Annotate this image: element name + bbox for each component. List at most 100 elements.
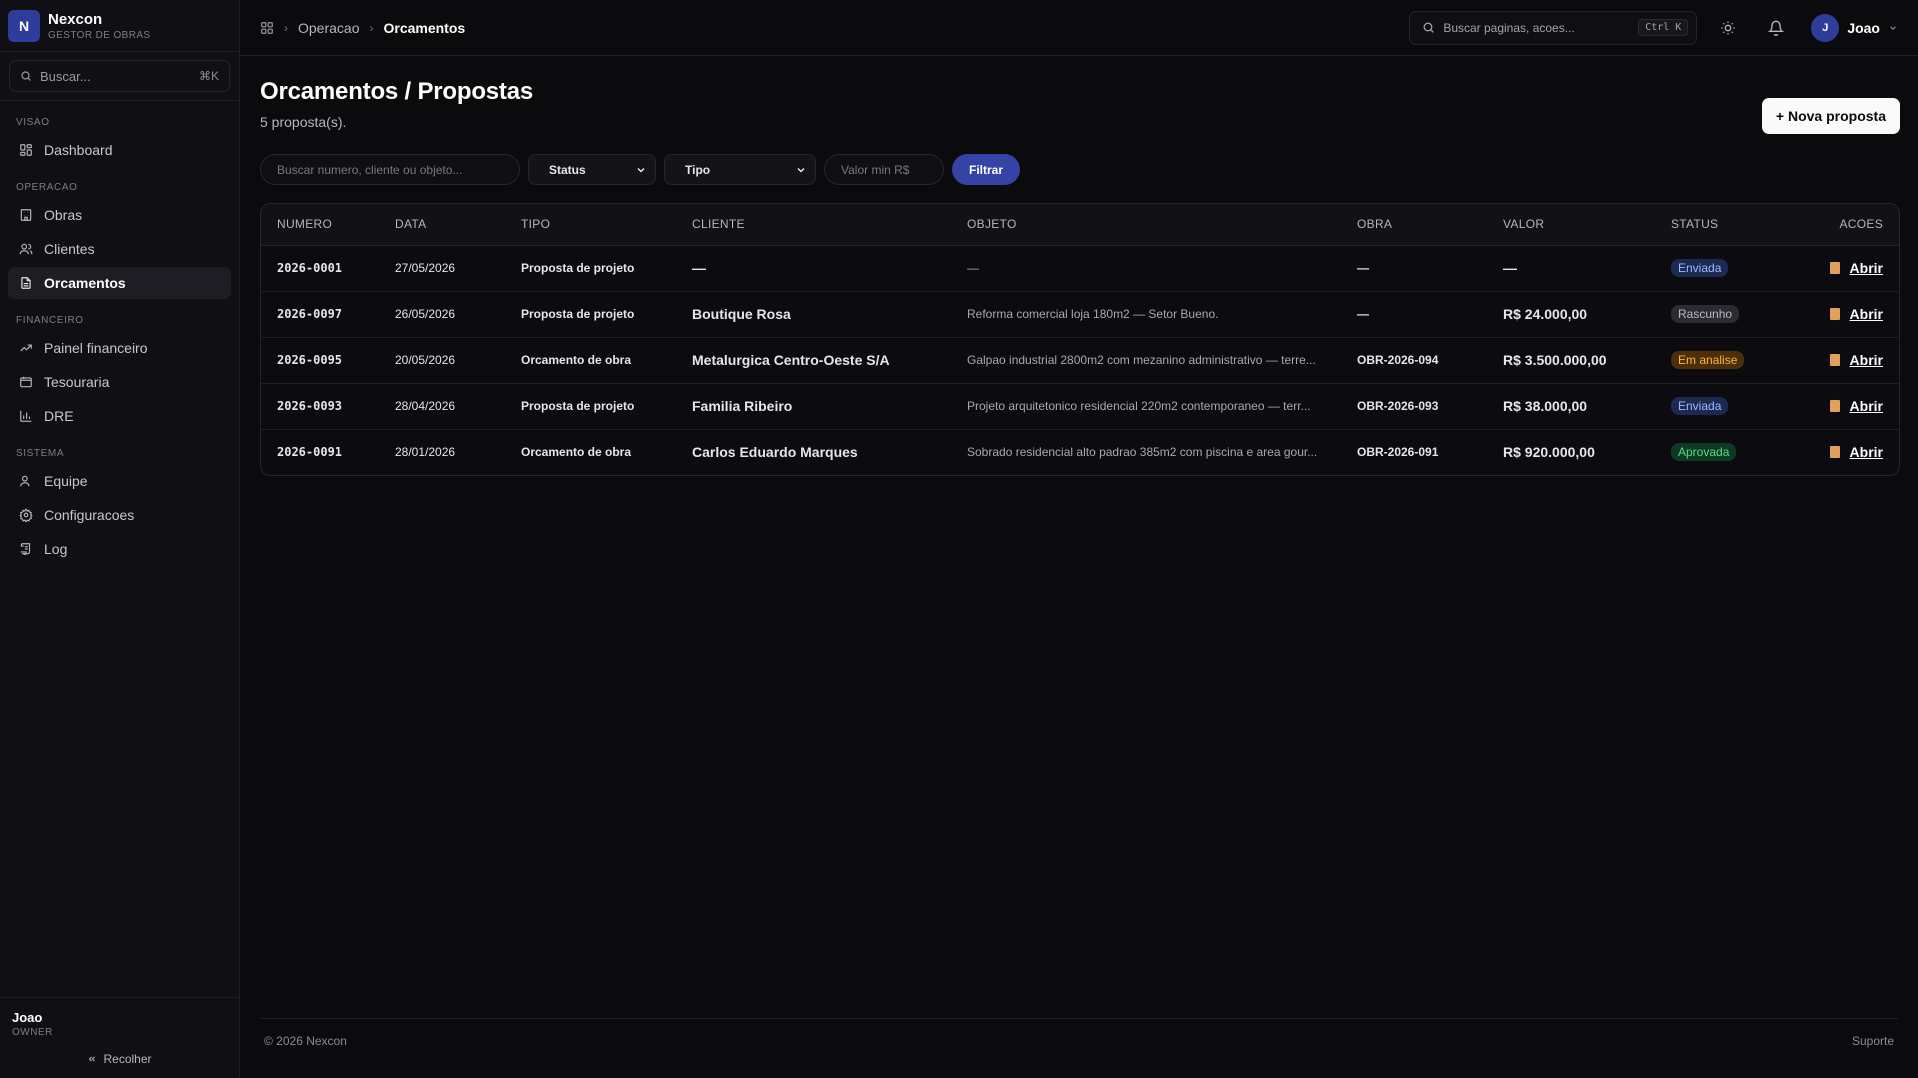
- main-content: Orcamentos / Propostas 5 proposta(s). + …: [260, 56, 1900, 476]
- page-subtitle: 5 proposta(s).: [260, 114, 347, 130]
- status-badge: Enviada: [1671, 397, 1729, 415]
- open-link[interactable]: Abrir: [1850, 444, 1883, 460]
- support-link[interactable]: Suporte: [1852, 1034, 1894, 1048]
- cell-acoes: Abrir: [1775, 429, 1899, 475]
- sidebar-search[interactable]: Buscar... ⌘K: [9, 60, 230, 92]
- sidebar-item-orcamentos[interactable]: Orcamentos: [8, 267, 231, 299]
- cell-cliente: Carlos Eduardo Marques: [692, 444, 858, 461]
- table-row[interactable]: 2026-0091 28/01/2026 Orcamento de obra C…: [261, 429, 1899, 475]
- sidebar-user-name: Joao: [12, 1010, 43, 1025]
- sun-icon: [1721, 20, 1735, 35]
- cell-cliente: Familia Ribeiro: [676, 383, 951, 430]
- table-body: 2026-0001 27/05/2026 Proposta de projeto…: [261, 245, 1899, 475]
- col-status: STATUS: [1655, 204, 1775, 246]
- sidebar-item-obras[interactable]: Obras: [8, 199, 231, 231]
- col-valor: VALOR: [1487, 204, 1655, 246]
- cell-valor: R$ 24.000,00: [1487, 291, 1655, 338]
- cell-objeto: Sobrado residencial alto padrao 385m2 co…: [967, 445, 1318, 460]
- sidebar-item-log[interactable]: Log: [8, 533, 231, 565]
- grid-icon[interactable]: [260, 21, 274, 35]
- proposals-table: NUMERO DATA TIPO CLIENTE OBJETO OBRA VAL…: [260, 203, 1900, 476]
- table-row[interactable]: 2026-0093 28/04/2026 Proposta de projeto…: [261, 383, 1899, 430]
- open-link[interactable]: Abrir: [1850, 352, 1883, 368]
- chevron-down-icon: [797, 167, 805, 173]
- cell-data: 27/05/2026: [379, 245, 505, 292]
- cell-numero: 2026-0001: [261, 245, 379, 292]
- search-icon: [1423, 22, 1435, 33]
- chevrons-left-icon: [89, 1056, 96, 1062]
- brand[interactable]: N Nexcon GESTOR DE OBRAS: [0, 0, 239, 52]
- table-row[interactable]: 2026-0097 26/05/2026 Proposta de projeto…: [261, 291, 1899, 338]
- cell-tipo: Proposta de projeto: [505, 383, 676, 430]
- cell-cliente: Boutique Rosa: [676, 291, 951, 338]
- sidebar-item-label: Dashboard: [44, 142, 113, 158]
- sidebar-item-clientes[interactable]: Clientes: [8, 233, 231, 265]
- sidebar-footer: Joao OWNER Recolher: [0, 997, 239, 1078]
- grid-icon: [18, 142, 34, 158]
- sidebar-item-label: Equipe: [44, 473, 88, 489]
- open-link[interactable]: Abrir: [1850, 306, 1883, 322]
- chevron-right-icon: ›: [284, 20, 288, 35]
- new-proposal-button[interactable]: + Nova proposta: [1761, 98, 1900, 134]
- sidebar-search-placeholder: Buscar...: [40, 68, 91, 84]
- filters-bar: Buscar numero, cliente ou objeto... Stat…: [260, 154, 1900, 185]
- document-icon[interactable]: [1829, 445, 1840, 458]
- footer-copyright: © 2026 Nexcon: [264, 1033, 347, 1048]
- cell-numero: 2026-0097: [261, 291, 379, 338]
- search-input[interactable]: Buscar numero, cliente ou objeto...: [260, 154, 520, 185]
- cell-status: Rascunho: [1655, 291, 1775, 338]
- open-link[interactable]: Abrir: [1850, 260, 1883, 276]
- open-link[interactable]: Abrir: [1850, 398, 1883, 414]
- sidebar-item-tesouraria[interactable]: Tesouraria: [8, 366, 231, 398]
- section-label-sistema: SISTEMA: [16, 448, 65, 459]
- cell-data: 28/01/2026: [395, 445, 456, 460]
- user-icon: [18, 473, 34, 489]
- wallet-icon: [18, 374, 34, 390]
- sidebar-search-shortcut: ⌘K: [198, 69, 219, 83]
- status-badge: Aprovada: [1671, 443, 1737, 462]
- brand-subtitle: GESTOR DE OBRAS: [48, 29, 151, 41]
- cell-numero: 2026-0095: [261, 337, 379, 384]
- global-search-shortcut: Ctrl K: [1638, 19, 1689, 36]
- notifications-button[interactable]: [1759, 11, 1793, 45]
- document-icon[interactable]: [1829, 353, 1840, 366]
- cell-acoes: Abrir: [1775, 383, 1899, 430]
- cell-obra: OBR-2026-093: [1341, 383, 1487, 430]
- sidebar-item-painel-financeiro[interactable]: Painel financeiro: [8, 332, 231, 364]
- table-row[interactable]: 2026-0095 20/05/2026 Orcamento de obra M…: [261, 337, 1899, 384]
- breadcrumb-operacao[interactable]: Operacao: [298, 20, 359, 36]
- user-menu[interactable]: J Joao: [1811, 13, 1898, 42]
- building-icon: [18, 207, 34, 223]
- cell-status: Aprovada: [1655, 429, 1775, 475]
- sidebar-item-label: Obras: [44, 207, 83, 223]
- theme-toggle-button[interactable]: [1711, 11, 1745, 45]
- sidebar-item-equipe[interactable]: Equipe: [8, 465, 231, 497]
- cell-objeto: —: [951, 245, 1341, 292]
- tipo-select-value: Tipo: [685, 162, 711, 177]
- document-icon[interactable]: [1829, 307, 1840, 320]
- tipo-select[interactable]: Tipo: [664, 154, 816, 185]
- col-objeto: OBJETO: [951, 204, 1341, 246]
- collapse-button[interactable]: Recolher: [12, 1052, 227, 1066]
- table-row[interactable]: 2026-0001 27/05/2026 Proposta de projeto…: [261, 245, 1899, 292]
- cell-numero: 2026-0091: [277, 445, 343, 460]
- global-search[interactable]: Buscar paginas, acoes... Ctrl K: [1409, 10, 1698, 45]
- bar-chart-icon: [18, 408, 34, 424]
- sidebar-item-dashboard[interactable]: Dashboard: [8, 134, 231, 166]
- filter-button[interactable]: Filtrar: [952, 154, 1021, 185]
- status-select[interactable]: Status: [528, 154, 656, 185]
- cell-status: Enviada: [1655, 383, 1775, 430]
- cell-data: 26/05/2026: [379, 291, 505, 338]
- sidebar-item-dre[interactable]: DRE: [8, 400, 231, 432]
- cell-numero: 2026-0093: [261, 383, 379, 430]
- global-search-placeholder: Buscar paginas, acoes...: [1443, 20, 1575, 35]
- section-label-visao: VISAO: [16, 117, 50, 128]
- document-icon[interactable]: [1829, 261, 1840, 274]
- document-icon[interactable]: [1829, 399, 1840, 412]
- sidebar-user-role: OWNER: [12, 1027, 53, 1038]
- cell-obra: —: [1341, 291, 1487, 338]
- sidebar-item-configuracoes[interactable]: Configuracoes: [8, 499, 231, 531]
- valor-min-input[interactable]: Valor min R$: [824, 154, 944, 185]
- cell-objeto: Reforma comercial loja 180m2 — Setor Bue…: [951, 291, 1341, 338]
- status-badge: Rascunho: [1671, 305, 1740, 323]
